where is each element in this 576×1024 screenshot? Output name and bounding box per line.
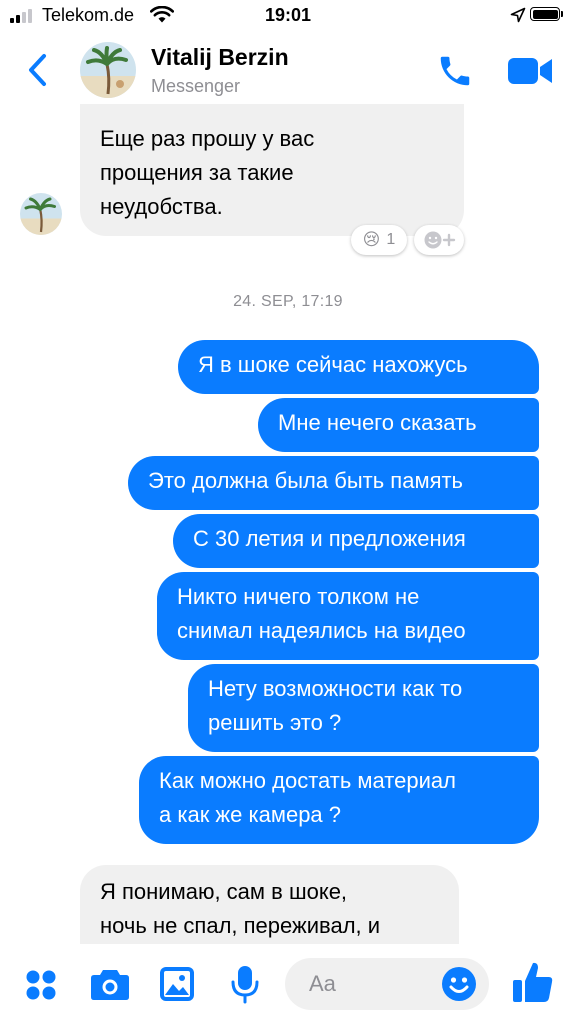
reaction-count: 1: [386, 231, 396, 248]
conversation-header: Vitalij Berzin Messenger: [0, 30, 576, 110]
crying-face-icon: 😢: [362, 230, 381, 249]
message-input-field[interactable]: [285, 958, 489, 1010]
add-reaction-button[interactable]: [414, 225, 464, 255]
contact-name[interactable]: Vitalij Berzin: [151, 44, 289, 71]
status-bar: Telekom.de 19:01: [0, 0, 576, 30]
outgoing-message-bubble[interactable]: Я в шоке сейчас нахожусь: [178, 340, 539, 394]
outgoing-message-bubble[interactable]: Мне нечего сказать: [258, 398, 539, 452]
location-arrow-icon: [510, 7, 526, 23]
contact-subtitle: Messenger: [151, 76, 241, 96]
battery-icon: [530, 7, 564, 23]
video-camera-icon[interactable]: [506, 54, 554, 88]
contact-avatar[interactable]: [20, 193, 62, 235]
date-separator: 24. SEP, 17:19: [233, 293, 343, 310]
microphone-icon[interactable]: [230, 964, 260, 1004]
outgoing-message-bubble[interactable]: С 30 летия и предложения: [173, 514, 539, 568]
reaction-badge[interactable]: 😢 1: [351, 225, 407, 255]
phone-icon[interactable]: [436, 52, 474, 90]
message-input[interactable]: [307, 970, 451, 998]
emoji-icon[interactable]: [441, 966, 477, 1002]
like-thumbs-up-icon[interactable]: [512, 960, 554, 1004]
composer-bar: [0, 944, 576, 1024]
outgoing-message-bubble[interactable]: Это должна была быть память: [128, 456, 539, 510]
gallery-icon[interactable]: [159, 966, 195, 1002]
add-reaction-icon: [424, 231, 456, 249]
outgoing-message-bubble[interactable]: Нету возможности как то решить это ?: [188, 664, 539, 752]
clock: 19:01: [264, 5, 312, 25]
outgoing-message-bubble[interactable]: Никто ничего толком не снимал надеялись …: [157, 572, 539, 660]
back-icon[interactable]: [24, 52, 54, 88]
avatar[interactable]: [80, 42, 136, 98]
outgoing-message-bubble[interactable]: Как можно достать материал а как же каме…: [139, 756, 539, 844]
apps-grid-icon[interactable]: [24, 968, 58, 1002]
camera-icon[interactable]: [90, 966, 130, 1002]
incoming-message-bubble[interactable]: Еще раз прошу у вас прощения за такие не…: [80, 104, 464, 236]
